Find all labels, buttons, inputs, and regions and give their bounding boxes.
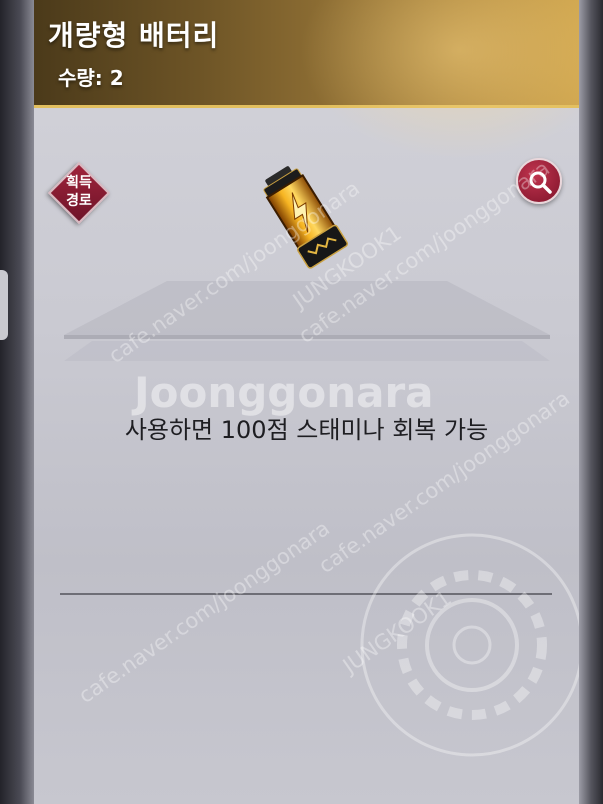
watermark-cafe-3: cafe.naver.com/joonggonara	[74, 516, 334, 708]
item-quantity: 수량: 2	[58, 66, 124, 90]
right-frame-edge	[579, 0, 603, 804]
item-display-platform	[64, 281, 550, 361]
acquisition-route-button[interactable]: 획득 경로	[47, 161, 111, 225]
item-header: 개량형 배터리 수량: 2	[34, 0, 579, 160]
left-frame-edge	[0, 0, 34, 804]
item-description: 사용하면 100점 스태미나 회복 가능	[124, 416, 489, 444]
item-detail-panel: 개량형 배터리 수량: 2 획득 경로 사용하면 100점 스태미나 회복 가능…	[34, 0, 579, 804]
gear-emblem-icon	[360, 533, 579, 757]
magnify-button[interactable]	[516, 158, 562, 204]
acquisition-route-label: 획득 경로	[48, 174, 110, 210]
battery-item-icon	[263, 166, 349, 269]
acquisition-route-line2: 경로	[66, 193, 92, 209]
left-frame-notch	[0, 270, 8, 340]
item-name: 개량형 배터리	[48, 19, 220, 52]
header-glow	[299, 0, 579, 160]
acquisition-route-line1: 획득	[66, 175, 92, 191]
magnifier-icon	[529, 171, 552, 194]
